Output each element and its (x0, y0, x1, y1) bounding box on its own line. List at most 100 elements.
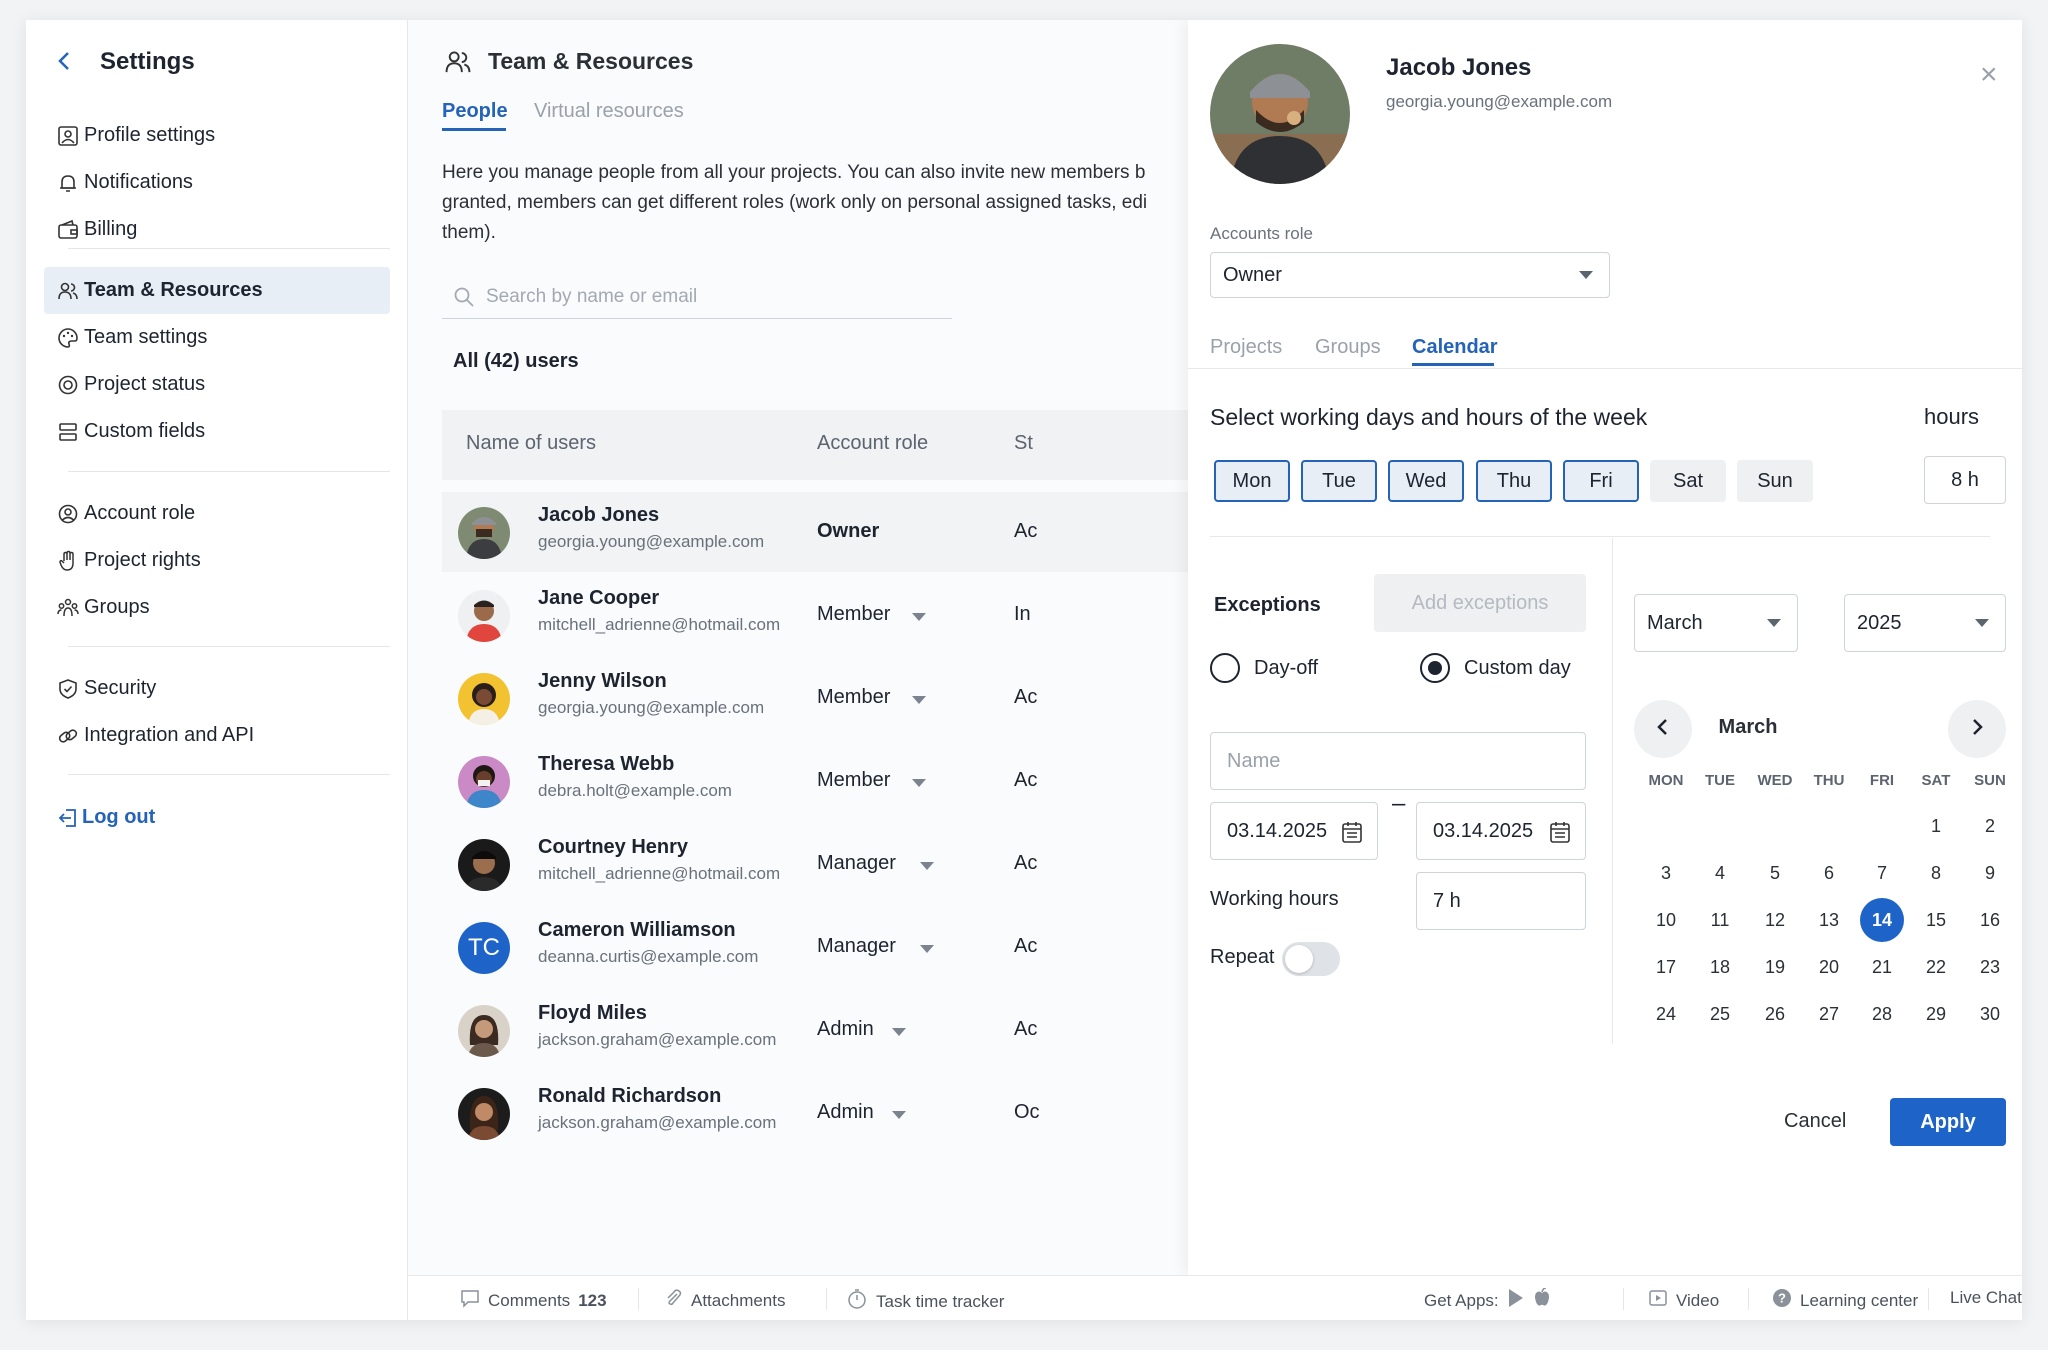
tab-calendar[interactable]: Calendar (1412, 336, 1498, 359)
calendar-day[interactable]: 28 (1860, 992, 1904, 1036)
logout-link[interactable]: Log out (44, 794, 390, 841)
sidebar-item-notifications[interactable]: Notifications (44, 159, 390, 206)
day-toggle-wed[interactable]: Wed (1388, 460, 1464, 502)
column-header-name[interactable]: Name of users (466, 432, 596, 455)
sidebar-item-team-settings[interactable]: Team settings (44, 314, 390, 361)
search-input[interactable] (486, 285, 926, 308)
sidebar-item-custom-fields[interactable]: Custom fields (44, 408, 390, 455)
calendar-day[interactable]: 2 (1968, 804, 2012, 848)
exception-name-input[interactable]: Name (1210, 732, 1586, 790)
calendar-day[interactable]: 4 (1698, 851, 1742, 895)
chevron-down-icon[interactable] (920, 945, 934, 953)
calendar-day[interactable]: 8 (1914, 851, 1958, 895)
column-header-account-role[interactable]: Account role (817, 432, 928, 455)
chevron-down-icon[interactable] (920, 862, 934, 870)
working-hours-input[interactable]: 7 h (1416, 872, 1586, 930)
calendar-day[interactable]: 10 (1644, 898, 1688, 942)
sidebar-item-security[interactable]: Security (44, 665, 390, 712)
calendar-day[interactable]: 19 (1753, 945, 1797, 989)
role-dropdown[interactable]: Admin (817, 1018, 874, 1041)
column-header-status[interactable]: St (1014, 432, 1033, 455)
day-toggle-fri[interactable]: Fri (1563, 460, 1639, 502)
calendar-day[interactable]: 15 (1914, 898, 1958, 942)
calendar-day[interactable]: 16 (1968, 898, 2012, 942)
calendar-day[interactable]: 3 (1644, 851, 1688, 895)
table-row[interactable]: Floyd Miles jackson.graham@example.com A… (442, 990, 1222, 1070)
calendar-day[interactable]: 21 (1860, 945, 1904, 989)
sidebar-item-groups[interactable]: Groups (44, 584, 390, 631)
time-tracker-link[interactable]: Task time tracker (846, 1288, 1004, 1315)
month-select[interactable]: March (1634, 594, 1798, 652)
comments-link[interactable]: Comments 123 (460, 1288, 607, 1313)
tab-projects[interactable]: Projects (1210, 336, 1282, 359)
calendar-day-selected[interactable]: 14 (1860, 898, 1904, 942)
tab-groups[interactable]: Groups (1315, 336, 1381, 359)
calendar-day[interactable]: 7 (1860, 851, 1904, 895)
table-row[interactable]: Jacob Jones georgia.young@example.com Ow… (442, 492, 1222, 572)
table-row[interactable]: TC Cameron Williamson deanna.curtis@exam… (442, 907, 1222, 987)
table-row[interactable]: Jane Cooper mitchell_adrienne@hotmail.co… (442, 575, 1222, 655)
calendar-day[interactable]: 29 (1914, 992, 1958, 1036)
role-dropdown[interactable]: Manager (817, 935, 896, 958)
calendar-icon[interactable] (1549, 820, 1571, 850)
attachments-link[interactable]: Attachments (663, 1288, 786, 1313)
year-select[interactable]: 2025 (1844, 594, 2006, 652)
google-play-icon[interactable] (1507, 1288, 1525, 1313)
role-dropdown[interactable]: Member (817, 686, 890, 709)
chevron-down-icon[interactable] (912, 613, 926, 621)
day-toggle-mon[interactable]: Mon (1214, 460, 1290, 502)
calendar-day[interactable]: 27 (1807, 992, 1851, 1036)
calendar-day[interactable]: 20 (1807, 945, 1851, 989)
calendar-day[interactable]: 13 (1807, 898, 1851, 942)
chevron-down-icon[interactable] (912, 779, 926, 787)
apply-button[interactable]: Apply (1890, 1098, 2006, 1146)
video-link[interactable]: Video (1648, 1288, 1719, 1313)
calendar-day[interactable]: 22 (1914, 945, 1958, 989)
role-dropdown[interactable]: Member (817, 769, 890, 792)
role-dropdown[interactable]: Admin (817, 1101, 874, 1124)
sidebar-item-account-role[interactable]: Account role (44, 490, 390, 537)
calendar-day[interactable]: 17 (1644, 945, 1688, 989)
chevron-down-icon[interactable] (892, 1111, 906, 1119)
day-toggle-sun[interactable]: Sun (1737, 460, 1813, 502)
calendar-day[interactable]: 18 (1698, 945, 1742, 989)
calendar-day[interactable]: 6 (1807, 851, 1851, 895)
chevron-down-icon[interactable] (912, 696, 926, 704)
calendar-day[interactable]: 26 (1753, 992, 1797, 1036)
calendar-day[interactable]: 9 (1968, 851, 2012, 895)
cancel-button[interactable]: Cancel (1784, 1110, 1846, 1133)
radio-day-off[interactable]: Day-off (1210, 653, 1318, 683)
learning-center-link[interactable]: ? Learning center (1772, 1288, 1918, 1313)
table-row[interactable]: Ronald Richardson jackson.graham@example… (442, 1073, 1222, 1153)
date-from-input[interactable]: 03.14.2025 (1210, 802, 1378, 860)
sidebar-item-team-resources[interactable]: Team & Resources (44, 267, 390, 314)
next-month-button[interactable] (1948, 700, 2006, 758)
chevron-down-icon[interactable] (892, 1028, 906, 1036)
tab-people[interactable]: People (442, 100, 508, 123)
sidebar-item-project-rights[interactable]: Project rights (44, 537, 390, 584)
calendar-day[interactable]: 24 (1644, 992, 1688, 1036)
calendar-day[interactable]: 23 (1968, 945, 2012, 989)
calendar-icon[interactable] (1341, 820, 1363, 850)
calendar-day[interactable]: 12 (1753, 898, 1797, 942)
day-toggle-sat[interactable]: Sat (1650, 460, 1726, 502)
accounts-role-select[interactable]: Owner (1210, 252, 1610, 298)
table-row[interactable]: Courtney Henry mitchell_adrienne@hotmail… (442, 824, 1222, 904)
table-row[interactable]: Jenny Wilson georgia.young@example.com M… (442, 658, 1222, 738)
calendar-day[interactable]: 11 (1698, 898, 1742, 942)
live-chat-link[interactable]: Live Chat (1950, 1288, 2022, 1308)
sidebar-item-project-status[interactable]: Project status (44, 361, 390, 408)
calendar-day[interactable]: 1 (1914, 804, 1958, 848)
calendar-day[interactable]: 25 (1698, 992, 1742, 1036)
table-row[interactable]: Theresa Webb debra.holt@example.com Memb… (442, 741, 1222, 821)
weekly-hours-input[interactable]: 8 h (1924, 456, 2006, 504)
day-toggle-thu[interactable]: Thu (1476, 460, 1552, 502)
calendar-day[interactable]: 5 (1753, 851, 1797, 895)
radio-custom-day[interactable]: Custom day (1420, 653, 1571, 683)
role-dropdown[interactable]: Manager (817, 852, 896, 875)
date-to-input[interactable]: 03.14.2025 (1416, 802, 1586, 860)
close-icon[interactable]: × (1980, 58, 1998, 92)
day-toggle-tue[interactable]: Tue (1301, 460, 1377, 502)
repeat-toggle[interactable] (1282, 942, 1340, 976)
sidebar-item-profile-settings[interactable]: Profile settings (44, 112, 390, 159)
